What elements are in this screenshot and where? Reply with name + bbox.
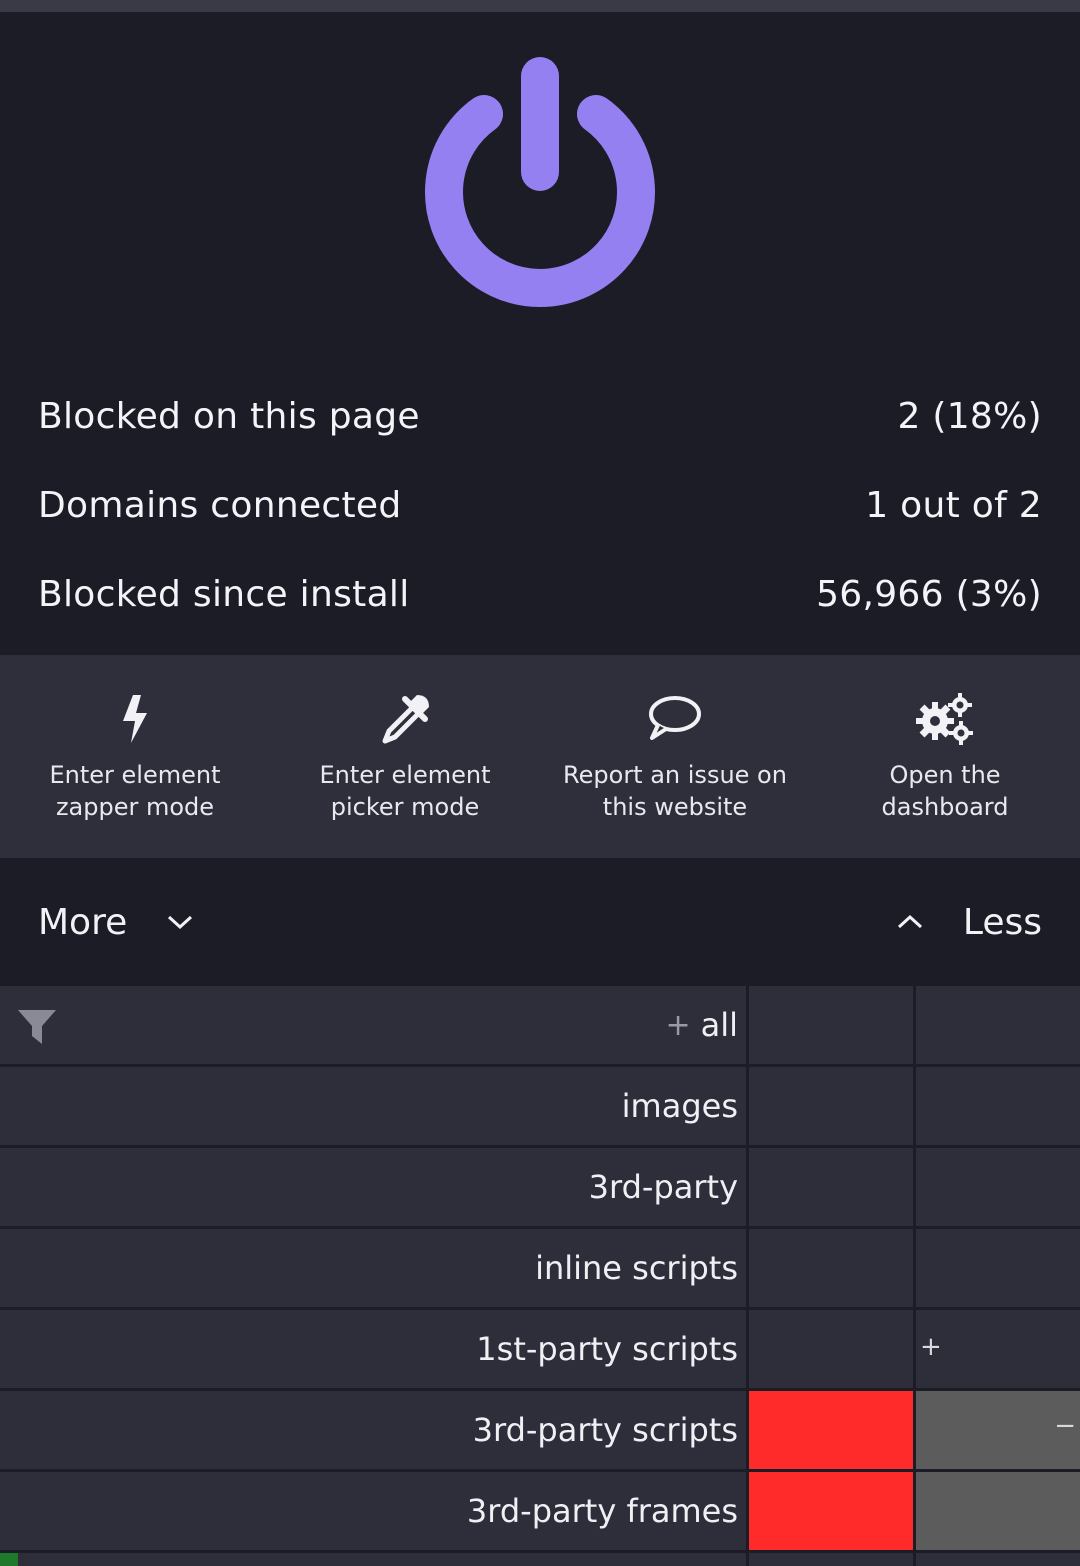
stat-label: Blocked on this page <box>38 395 420 437</box>
stat-label: Blocked since install <box>38 573 410 615</box>
filter-icon[interactable] <box>16 1006 58 1048</box>
row-label-text: all <box>700 1006 738 1044</box>
more-button[interactable]: More <box>38 858 193 986</box>
row-label-text: images <box>621 1087 738 1125</box>
tool-label: Enter element zapper mode <box>49 761 221 821</box>
power-button[interactable] <box>410 52 670 322</box>
filter-row-all: + all <box>0 986 1080 1064</box>
global-rule-cell[interactable] <box>749 1148 913 1226</box>
allowed-indicator <box>0 1553 18 1566</box>
top-strip <box>0 0 1080 12</box>
global-rule-cell[interactable] <box>749 1067 913 1145</box>
tools-bar: Enter element zapper mode Enter element … <box>0 655 1080 858</box>
lightning-bolt-icon <box>105 691 165 747</box>
row-label-text: 3rd-party scripts <box>472 1411 738 1449</box>
global-rule-cell-blocked[interactable] <box>749 1391 913 1469</box>
local-rule-cell-noop[interactable] <box>916 1472 1080 1550</box>
more-less-bar: More Less <box>0 858 1080 986</box>
row-label-text: 1st-party scripts <box>476 1330 738 1368</box>
local-rule-cell[interactable]: + <box>916 1310 1080 1388</box>
picker-mode-button[interactable]: Enter element picker mode <box>270 655 540 858</box>
local-rule-cell[interactable] <box>916 1067 1080 1145</box>
stat-blocked-install: Blocked since install 56,966 (3%) <box>0 554 1080 634</box>
expand-all-plus[interactable]: + <box>665 1008 690 1043</box>
local-rule-cell[interactable] <box>916 1148 1080 1226</box>
global-rule-cell[interactable] <box>749 1229 913 1307</box>
stat-blocked-page: Blocked on this page 2 (18%) <box>0 376 1080 456</box>
power-icon <box>425 57 655 307</box>
local-rule-cell[interactable] <box>916 1229 1080 1307</box>
filter-row-label: 3rd-party <box>0 1148 746 1226</box>
less-label: Less <box>962 901 1042 943</box>
filter-row-1st-party-scripts: 1st-party scripts + <box>0 1310 1080 1388</box>
row-label-text: inline scripts <box>535 1249 738 1287</box>
next-row-global-cell[interactable] <box>749 1553 913 1566</box>
chevron-up-icon <box>897 914 922 929</box>
row-label-text: 3rd-party frames <box>466 1492 738 1530</box>
filter-row-label: 3rd-party frames <box>0 1472 746 1550</box>
next-row-partial <box>0 1553 1080 1566</box>
filter-row-label: images <box>0 1067 746 1145</box>
local-allow-plus: + <box>920 1332 942 1362</box>
report-issue-button[interactable]: Report an issue on this website <box>540 655 810 858</box>
filter-row-inline-scripts: inline scripts <box>0 1229 1080 1307</box>
local-rule-cell[interactable] <box>916 986 1080 1064</box>
filter-row-label: inline scripts <box>0 1229 746 1307</box>
more-label: More <box>38 901 128 943</box>
filter-row-images: images <box>0 1067 1080 1145</box>
chevron-down-icon <box>168 915 193 930</box>
local-rule-cell-noop[interactable]: − <box>916 1391 1080 1469</box>
eyedropper-icon <box>375 691 435 747</box>
row-label-text: 3rd-party <box>588 1168 738 1206</box>
filter-row-3rd-party-frames: 3rd-party frames <box>0 1472 1080 1550</box>
power-area <box>0 12 1080 360</box>
tool-label: Report an issue on this website <box>563 761 787 821</box>
next-row-label-cell <box>0 1553 746 1566</box>
stat-value: 1 out of 2 <box>865 484 1042 526</box>
firewall-pane: + all images 3rd-party inline scripts 1s… <box>0 986 1080 1566</box>
tool-label: Enter element picker mode <box>319 761 491 821</box>
stat-value: 2 (18%) <box>897 395 1042 437</box>
gears-icon <box>915 691 975 747</box>
filter-row-3rd-party-scripts: 3rd-party scripts − <box>0 1391 1080 1469</box>
less-button[interactable]: Less <box>897 858 1042 986</box>
global-rule-cell[interactable] <box>749 1310 913 1388</box>
global-rule-cell-blocked[interactable] <box>749 1472 913 1550</box>
global-rule-cell[interactable] <box>749 986 913 1064</box>
stat-label: Domains connected <box>38 484 402 526</box>
stat-domains-connected: Domains connected 1 out of 2 <box>0 465 1080 545</box>
zapper-mode-button[interactable]: Enter element zapper mode <box>0 655 270 858</box>
local-noop-minus: − <box>1054 1411 1076 1441</box>
speech-bubble-icon <box>645 691 705 747</box>
filter-row-3rd-party: 3rd-party <box>0 1148 1080 1226</box>
tool-label: Open the dashboard <box>881 761 1009 821</box>
filter-row-label: 3rd-party scripts <box>0 1391 746 1469</box>
filter-row-label: 1st-party scripts <box>0 1310 746 1388</box>
filter-row-label: + all <box>0 986 746 1064</box>
next-row-local-cell[interactable] <box>916 1553 1080 1566</box>
stat-value: 56,966 (3%) <box>816 573 1042 615</box>
open-dashboard-button[interactable]: Open the dashboard <box>810 655 1080 858</box>
